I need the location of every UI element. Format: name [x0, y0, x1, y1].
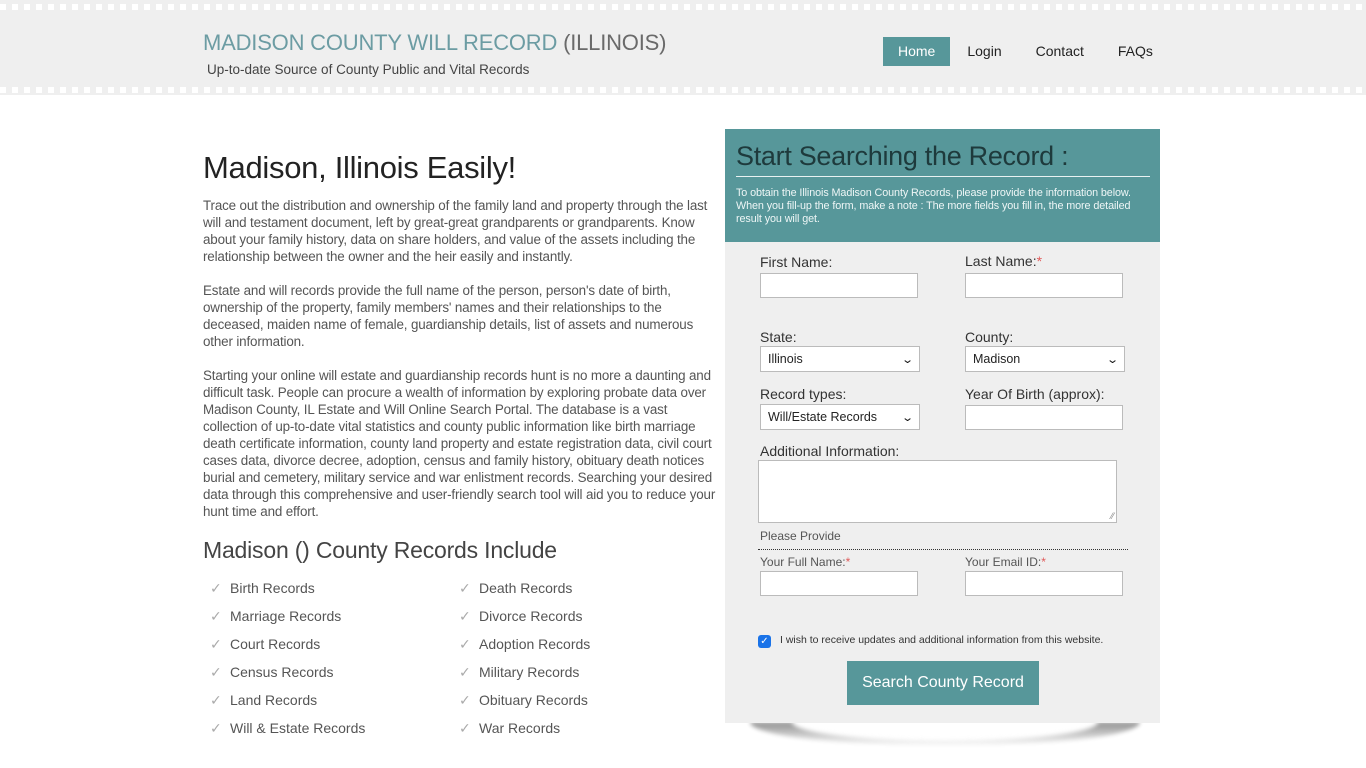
state-label: State: — [760, 329, 797, 345]
record-types-label: Record types: — [760, 386, 847, 402]
site-header: MADISON COUNTY WILL RECORD (ILLINOIS) Up… — [0, 0, 1366, 95]
main-content: Madison, Illinois Easily! Trace out the … — [203, 150, 723, 742]
first-name-label-text: First Name: — [760, 254, 833, 270]
check-icon: ✓ — [210, 607, 222, 624]
last-name-label: Last Name:* — [965, 253, 1042, 269]
check-icon: ✓ — [459, 663, 471, 680]
record-item-label: Death Records — [479, 580, 573, 596]
record-types-select[interactable]: Will/Estate Records ⌄ — [760, 404, 920, 430]
record-item: ✓ Obituary Records — [459, 686, 708, 714]
nav-contact[interactable]: Contact — [1021, 37, 1099, 66]
county-select[interactable]: Madison ⌄ — [965, 346, 1125, 372]
panel-shadow — [750, 722, 1140, 746]
full-name-label-text: Your Full Name: — [760, 555, 846, 569]
chevron-down-icon: ⌄ — [900, 353, 914, 366]
record-item-label: Military Records — [479, 664, 580, 680]
record-item-label: Census Records — [230, 664, 334, 680]
site-title[interactable]: MADISON COUNTY WILL RECORD (ILLINOIS) — [203, 30, 666, 56]
record-item-label: Birth Records — [230, 580, 315, 596]
chevron-down-icon: ⌄ — [1105, 353, 1119, 366]
year-of-birth-input[interactable] — [965, 405, 1123, 430]
state-select-value: Illinois — [768, 352, 803, 366]
required-mark: * — [1041, 555, 1046, 569]
check-icon: ✓ — [210, 635, 222, 652]
record-item: ✓ Census Records — [210, 658, 459, 686]
search-panel-header: Start Searching the Record : To obtain t… — [725, 129, 1160, 242]
record-item: ✓ Land Records — [210, 686, 459, 714]
record-item: ✓ Adoption Records — [459, 630, 708, 658]
record-item: ✓ Divorce Records — [459, 602, 708, 630]
additional-info-textarea[interactable]: ⁄⁄ — [758, 460, 1117, 523]
record-item-label: Obituary Records — [479, 692, 588, 708]
record-item: ✓ Military Records — [459, 658, 708, 686]
required-mark: * — [1036, 253, 1043, 269]
record-item: ✓ Will & Estate Records — [210, 714, 459, 742]
records-heading: Madison () County Records Include — [203, 537, 557, 563]
last-name-label-text: Last Name: — [965, 253, 1037, 269]
site-tagline: Up-to-date Source of County Public and V… — [207, 62, 530, 77]
county-select-value: Madison — [973, 352, 1021, 366]
check-icon: ✓ — [459, 691, 471, 708]
resize-grip-icon[interactable]: ⁄⁄ — [1111, 511, 1114, 521]
main-nav: Home Login Contact FAQs — [883, 37, 1168, 66]
check-icon: ✓ — [210, 663, 222, 680]
check-icon: ✓ — [459, 607, 471, 624]
search-panel: Start Searching the Record : To obtain t… — [725, 129, 1160, 723]
first-name-label: First Name: — [760, 254, 832, 270]
record-item-label: War Records — [479, 720, 561, 736]
intro-paragraph: Trace out the distribution and ownership… — [203, 198, 708, 264]
email-label: Your Email ID:* — [965, 555, 1046, 569]
search-panel-title: Start Searching the Record : — [736, 141, 1150, 177]
details-paragraph: Estate and will records provide the full… — [203, 283, 694, 349]
additional-info-label: Additional Information: — [760, 443, 900, 459]
check-icon: ✓ — [210, 579, 222, 596]
check-icon: ✓ — [210, 719, 222, 736]
updates-checkbox[interactable]: ✓ — [758, 635, 771, 648]
record-item: ✓ War Records — [459, 714, 708, 742]
search-panel-description: To obtain the Illinois Madison County Re… — [736, 187, 1131, 225]
record-item: ✓ Birth Records — [210, 574, 459, 602]
state-select[interactable]: Illinois ⌄ — [760, 346, 920, 372]
year-of-birth-label: Year Of Birth (approx): — [965, 386, 1105, 402]
section-divider — [758, 549, 1128, 550]
check-icon: ✓ — [210, 691, 222, 708]
check-icon: ✓ — [459, 719, 471, 736]
record-item-label: Marriage Records — [230, 608, 342, 624]
site-title-main[interactable]: MADISON COUNTY WILL RECORD — [203, 30, 557, 55]
email-label-text: Your Email ID: — [965, 555, 1042, 569]
please-provide-label: Please Provide — [760, 529, 841, 543]
updates-checkbox-label[interactable]: I wish to receive updates and additional… — [780, 634, 1103, 646]
record-item-label: Land Records — [230, 692, 318, 708]
search-paragraph: Starting your online will estate and gua… — [203, 368, 716, 519]
email-input[interactable] — [965, 571, 1123, 596]
record-item-label: Divorce Records — [479, 608, 583, 624]
full-name-input[interactable] — [760, 571, 918, 596]
nav-home[interactable]: Home — [883, 37, 951, 66]
required-mark: * — [845, 555, 851, 569]
record-item-label: Court Records — [230, 636, 321, 652]
full-name-label: Your Full Name:* — [760, 555, 850, 569]
record-item-label: Will & Estate Records — [230, 720, 366, 736]
record-item: ✓ Court Records — [210, 630, 459, 658]
county-label: County: — [965, 329, 1014, 345]
last-name-input[interactable] — [965, 273, 1123, 298]
record-item: ✓ Death Records — [459, 574, 708, 602]
record-types-select-value: Will/Estate Records — [768, 410, 878, 424]
nav-faqs[interactable]: FAQs — [1103, 37, 1168, 66]
nav-login[interactable]: Login — [952, 37, 1016, 66]
check-icon: ✓ — [459, 579, 471, 596]
record-item: ✓ Marriage Records — [210, 602, 459, 630]
check-icon: ✓ — [459, 635, 471, 652]
site-title-state[interactable]: (ILLINOIS) — [563, 30, 666, 55]
search-county-record-button[interactable]: Search County Record — [847, 661, 1039, 705]
records-list: ✓ Birth Records ✓ Death Records ✓ Marriage … — [210, 574, 723, 742]
record-item-label: Adoption Records — [479, 636, 591, 652]
page-title: Madison, Illinois Easily! — [203, 150, 516, 185]
first-name-input[interactable] — [760, 273, 918, 298]
chevron-down-icon: ⌄ — [900, 411, 914, 424]
